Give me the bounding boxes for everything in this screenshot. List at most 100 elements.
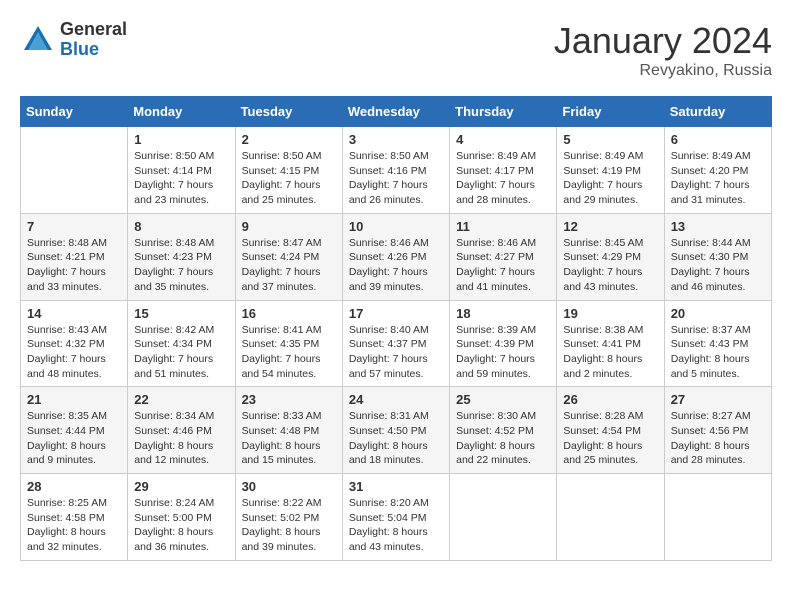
calendar-cell: 21 Sunrise: 8:35 AM Sunset: 4:44 PM Dayli…: [21, 387, 128, 474]
page-header: General Blue January 2024 Revyakino, Rus…: [20, 20, 772, 80]
day-info: Sunrise: 8:25 AM Sunset: 4:58 PM Dayligh…: [27, 496, 121, 555]
logo: General Blue: [20, 20, 127, 60]
calendar-cell: [557, 474, 664, 561]
day-number: 29: [134, 479, 228, 494]
day-number: 18: [456, 306, 550, 321]
calendar-cell: 14Sunrise: 8:43 AM Sunset: 4:32 PM Dayli…: [21, 300, 128, 387]
calendar-cell: 1 Sunrise: 8:50 AM Sunset: 4:14 PM Daylig…: [128, 127, 235, 214]
day-number: 25: [456, 392, 550, 407]
day-number: 21: [27, 392, 121, 407]
day-info: Sunrise: 8:43 AM Sunset: 4:32 PM Dayligh…: [27, 323, 121, 382]
logo-text: General Blue: [60, 20, 127, 60]
day-info: Sunrise: 8:30 AM Sunset: 4:52 PM Dayligh…: [456, 409, 550, 468]
day-info: Sunrise: 8:50 AM Sunset: 4:14 PM Dayligh…: [134, 149, 228, 208]
day-info: Sunrise: 8:45 AM Sunset: 4:29 PM Dayligh…: [563, 236, 657, 295]
day-info: Sunrise: 8:27 AM Sunset: 4:56 PM Dayligh…: [671, 409, 765, 468]
day-number: 3: [349, 132, 443, 147]
day-info: Sunrise: 8:40 AM Sunset: 4:37 PM Dayligh…: [349, 323, 443, 382]
header-day-thursday: Thursday: [450, 97, 557, 127]
day-number: 28: [27, 479, 121, 494]
calendar-cell: 31 Sunrise: 8:20 AM Sunset: 5:04 PM Dayli…: [342, 474, 449, 561]
calendar-cell: 13 Sunrise: 8:44 AM Sunset: 4:30 PM Dayli…: [664, 213, 771, 300]
day-info: Sunrise: 8:47 AM Sunset: 4:24 PM Dayligh…: [242, 236, 336, 295]
day-number: 30: [242, 479, 336, 494]
calendar-cell: 2 Sunrise: 8:50 AM Sunset: 4:15 PM Daylig…: [235, 127, 342, 214]
day-number: 31: [349, 479, 443, 494]
day-info: Sunrise: 8:28 AM Sunset: 4:54 PM Dayligh…: [563, 409, 657, 468]
day-info: Sunrise: 8:20 AM Sunset: 5:04 PM Dayligh…: [349, 496, 443, 555]
day-info: Sunrise: 8:50 AM Sunset: 4:15 PM Dayligh…: [242, 149, 336, 208]
day-number: 22: [134, 392, 228, 407]
day-info: Sunrise: 8:37 AM Sunset: 4:43 PM Dayligh…: [671, 323, 765, 382]
day-info: Sunrise: 8:46 AM Sunset: 4:27 PM Dayligh…: [456, 236, 550, 295]
calendar-cell: 8 Sunrise: 8:48 AM Sunset: 4:23 PM Daylig…: [128, 213, 235, 300]
calendar-cell: [664, 474, 771, 561]
day-number: 20: [671, 306, 765, 321]
calendar-cell: 18 Sunrise: 8:39 AM Sunset: 4:39 PM Dayli…: [450, 300, 557, 387]
day-number: 11: [456, 219, 550, 234]
header-day-friday: Friday: [557, 97, 664, 127]
day-number: 24: [349, 392, 443, 407]
calendar-cell: 27 Sunrise: 8:27 AM Sunset: 4:56 PM Dayli…: [664, 387, 771, 474]
calendar-cell: 6Sunrise: 8:49 AM Sunset: 4:20 PM Daylig…: [664, 127, 771, 214]
day-number: 2: [242, 132, 336, 147]
day-number: 23: [242, 392, 336, 407]
day-number: 5: [563, 132, 657, 147]
calendar-cell: 17 Sunrise: 8:40 AM Sunset: 4:37 PM Dayli…: [342, 300, 449, 387]
day-number: 7: [27, 219, 121, 234]
calendar-cell: 29 Sunrise: 8:24 AM Sunset: 5:00 PM Dayli…: [128, 474, 235, 561]
day-info: Sunrise: 8:44 AM Sunset: 4:30 PM Dayligh…: [671, 236, 765, 295]
day-info: Sunrise: 8:49 AM Sunset: 4:17 PM Dayligh…: [456, 149, 550, 208]
day-number: 4: [456, 132, 550, 147]
header-day-sunday: Sunday: [21, 97, 128, 127]
day-info: Sunrise: 8:33 AM Sunset: 4:48 PM Dayligh…: [242, 409, 336, 468]
day-info: Sunrise: 8:38 AM Sunset: 4:41 PM Dayligh…: [563, 323, 657, 382]
logo-icon: [20, 22, 56, 58]
calendar-cell: 4 Sunrise: 8:49 AM Sunset: 4:17 PM Daylig…: [450, 127, 557, 214]
calendar-cell: 19Sunrise: 8:38 AM Sunset: 4:41 PM Dayli…: [557, 300, 664, 387]
day-info: Sunrise: 8:48 AM Sunset: 4:23 PM Dayligh…: [134, 236, 228, 295]
header-row: SundayMondayTuesdayWednesdayThursdayFrid…: [21, 97, 772, 127]
week-row-1: 7 Sunrise: 8:48 AM Sunset: 4:21 PM Daylig…: [21, 213, 772, 300]
calendar-cell: 3Sunrise: 8:50 AM Sunset: 4:16 PM Daylig…: [342, 127, 449, 214]
calendar-cell: 15Sunrise: 8:42 AM Sunset: 4:34 PM Dayli…: [128, 300, 235, 387]
day-number: 6: [671, 132, 765, 147]
day-info: Sunrise: 8:34 AM Sunset: 4:46 PM Dayligh…: [134, 409, 228, 468]
month-title: January 2024: [554, 20, 772, 62]
calendar-cell: 20 Sunrise: 8:37 AM Sunset: 4:43 PM Dayli…: [664, 300, 771, 387]
calendar-cell: 22 Sunrise: 8:34 AM Sunset: 4:46 PM Dayli…: [128, 387, 235, 474]
day-info: Sunrise: 8:39 AM Sunset: 4:39 PM Dayligh…: [456, 323, 550, 382]
calendar-cell: [450, 474, 557, 561]
day-number: 15: [134, 306, 228, 321]
day-info: Sunrise: 8:24 AM Sunset: 5:00 PM Dayligh…: [134, 496, 228, 555]
day-number: 13: [671, 219, 765, 234]
calendar-cell: 16 Sunrise: 8:41 AM Sunset: 4:35 PM Dayli…: [235, 300, 342, 387]
day-info: Sunrise: 8:35 AM Sunset: 4:44 PM Dayligh…: [27, 409, 121, 468]
week-row-2: 14Sunrise: 8:43 AM Sunset: 4:32 PM Dayli…: [21, 300, 772, 387]
header-day-monday: Monday: [128, 97, 235, 127]
day-number: 26: [563, 392, 657, 407]
calendar-cell: 12 Sunrise: 8:45 AM Sunset: 4:29 PM Dayli…: [557, 213, 664, 300]
header-day-wednesday: Wednesday: [342, 97, 449, 127]
day-info: Sunrise: 8:22 AM Sunset: 5:02 PM Dayligh…: [242, 496, 336, 555]
day-info: Sunrise: 8:48 AM Sunset: 4:21 PM Dayligh…: [27, 236, 121, 295]
day-info: Sunrise: 8:31 AM Sunset: 4:50 PM Dayligh…: [349, 409, 443, 468]
day-info: Sunrise: 8:49 AM Sunset: 4:19 PM Dayligh…: [563, 149, 657, 208]
calendar-cell: 24 Sunrise: 8:31 AM Sunset: 4:50 PM Dayli…: [342, 387, 449, 474]
logo-general: General: [60, 20, 127, 40]
day-number: 27: [671, 392, 765, 407]
calendar-cell: 9Sunrise: 8:47 AM Sunset: 4:24 PM Daylig…: [235, 213, 342, 300]
day-number: 8: [134, 219, 228, 234]
day-info: Sunrise: 8:46 AM Sunset: 4:26 PM Dayligh…: [349, 236, 443, 295]
day-number: 12: [563, 219, 657, 234]
calendar-cell: 10Sunrise: 8:46 AM Sunset: 4:26 PM Dayli…: [342, 213, 449, 300]
day-info: Sunrise: 8:41 AM Sunset: 4:35 PM Dayligh…: [242, 323, 336, 382]
day-number: 17: [349, 306, 443, 321]
header-day-saturday: Saturday: [664, 97, 771, 127]
header-day-tuesday: Tuesday: [235, 97, 342, 127]
calendar-table: SundayMondayTuesdayWednesdayThursdayFrid…: [20, 96, 772, 561]
calendar-cell: 5 Sunrise: 8:49 AM Sunset: 4:19 PM Daylig…: [557, 127, 664, 214]
calendar-cell: 11 Sunrise: 8:46 AM Sunset: 4:27 PM Dayli…: [450, 213, 557, 300]
day-number: 1: [134, 132, 228, 147]
day-number: 16: [242, 306, 336, 321]
